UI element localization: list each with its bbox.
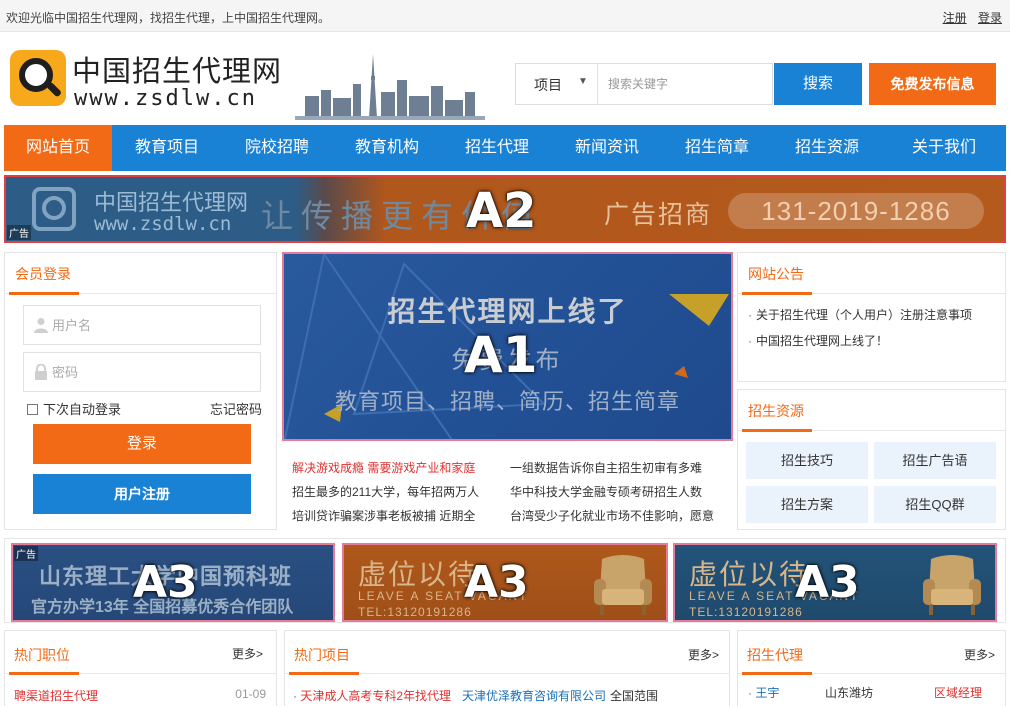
a3-line1: 虚位以待 [358,558,479,591]
a3-phone: TEL:13120191286 [689,605,803,619]
news-item[interactable]: 台湾受少子化就业市场不佳影响，愿意 [510,507,720,524]
news-item[interactable]: 一组数据告诉你自主招生初审有多难 [510,459,720,476]
news-item[interactable]: 招生最多的211大学，每年招两万人 [292,483,502,500]
login-link[interactable]: 登录 [978,11,1002,25]
ad-row-a3: 山东理工大学中国预科班 官方办学13年 全国招募优秀合作团队 A3 广告 虚位以… [4,538,1006,623]
site-header: 中国招生代理网 www.zsdlw.cn 项目 ▼ 搜索 免费发布信息 [0,32,1010,124]
search-category-select[interactable]: 项目 ▼ [516,64,598,104]
resource-item[interactable]: 招生技巧 [746,442,868,479]
more-link[interactable]: 更多> [964,646,995,663]
panel-title: 网站公告 [748,266,804,282]
a3-line1: 虚位以待 [689,558,810,591]
ad-slot-label: A2 [466,183,537,239]
agent-name[interactable]: · 王宇 [748,684,779,701]
ad-banner-a3-3[interactable]: 虚位以待 LEAVE A SEAT VACANT TEL:13120191286… [673,543,997,622]
nav-item-projects[interactable]: 教育项目 [112,125,222,171]
a2-ad-text: 广告招商 [604,201,713,229]
notice-item[interactable]: 关于招生代理（个人用户）注册注意事项 [748,306,972,323]
caret-down-icon: ▼ [578,76,588,87]
main-nav: 网站首页 教育项目 院校招聘 教育机构 招生代理 新闻资讯 招生简章 招生资源 … [4,125,1006,171]
forgot-password-link[interactable]: 忘记密码 [210,399,262,418]
user-icon [34,318,48,333]
remember-me[interactable]: 下次自动登录 [27,399,121,418]
armchair-icon [594,555,652,615]
logo-url[interactable]: www.zsdlw.cn [74,86,257,111]
news-item[interactable]: 解决游戏成瘾 需要游戏产业和家庭 [292,459,502,476]
username-input[interactable] [52,306,252,344]
nav-item-recruit[interactable]: 院校招聘 [222,125,332,171]
ad-banner-a3-2[interactable]: 虚位以待 LEAVE A SEAT VACANT TEL:13120191286… [342,543,668,622]
agent-role: 区域经理 [934,686,983,700]
hot-jobs-panel: 热门职位 聘渠道招生代理 01-09 [4,630,277,706]
remember-checkbox[interactable] [27,404,38,415]
a2-phone: 131-2019-1286 [728,193,984,229]
nav-item-institutions[interactable]: 教育机构 [332,125,442,171]
project-scope: 全国范围 [610,689,659,703]
project-item[interactable]: · 天津成人高考专科2年找代理 [293,687,451,704]
ad-slot-label: A3 [133,557,198,608]
ad-slot-label: A3 [464,557,529,608]
panel-title: 招生代理 [747,647,803,663]
panel-title: 招生资源 [748,403,804,419]
slider-slot-label: A1 [464,326,538,384]
magnifier-icon [32,187,76,231]
agent-city: 山东潍坊 [825,686,874,700]
hot-projects-panel: 热门项目 更多> · 天津成人高考专科2年找代理 天津优泽教育咨询有限公司 全国… [284,630,730,706]
resource-item[interactable]: 招生广告语 [874,442,996,479]
ad-slot-label: A3 [795,557,860,608]
resources-panel: 招生资源 招生技巧 招生广告语 招生方案 招生QQ群 [737,389,1006,530]
job-date: 01-09 [235,687,266,701]
nav-item-brochures[interactable]: 招生简章 [662,125,772,171]
slider-a1[interactable]: 招生代理网上线了 免费发布 教育项目、招聘、简历、招生简章 A1 [282,252,733,441]
news-list: 解决游戏成瘾 需要游戏产业和家庭 一组数据告诉你自主招生初审有多难 招生最多的2… [285,449,730,529]
welcome-text: 欢迎光临中国招生代理网，找招生代理，上中国招生代理网。 [6,11,331,25]
register-button[interactable]: 用户注册 [33,474,251,514]
top-bar: 欢迎光临中国招生代理网，找招生代理，上中国招生代理网。 注册 登录 [0,0,1010,32]
ad-tag: 广告 [7,225,31,240]
logo-title[interactable]: 中国招生代理网 [72,48,282,90]
search-input[interactable] [608,64,768,104]
city-skyline-image [285,46,495,122]
nav-item-news[interactable]: 新闻资讯 [552,125,662,171]
password-field [23,352,261,392]
resource-item[interactable]: 招生方案 [746,486,868,523]
site-notice-panel: 网站公告 关于招生代理（个人用户）注册注意事项 中国招生代理网上线了！ [737,252,1006,382]
username-field [23,305,261,345]
panel-title: 会员登录 [15,266,71,282]
ad-banner-a2[interactable]: 中国招生代理网 www.zsdlw.cn 让传播更有价值 广告招商 131-20… [4,175,1006,243]
panel-title: 热门职位 [14,647,70,663]
login-button[interactable]: 登录 [33,424,251,464]
nav-item-resources[interactable]: 招生资源 [772,125,882,171]
nav-item-home[interactable]: 网站首页 [4,125,112,171]
nav-item-about[interactable]: 关于我们 [882,125,1006,171]
account-links: 注册 登录 [935,9,1002,26]
search-box: 项目 ▼ [515,63,773,105]
search-button[interactable]: 搜索 [774,63,862,105]
notice-item[interactable]: 中国招生代理网上线了！ [748,332,888,349]
slider-title: 招生代理网上线了 [387,296,628,327]
lock-icon [35,364,47,380]
more-link[interactable]: 更多> [688,646,719,663]
panel-title: 热门项目 [294,647,350,663]
news-item[interactable]: 华中科技大学金融专硕考研招生人数 [510,483,720,500]
nav-item-agents[interactable]: 招生代理 [442,125,552,171]
free-post-button[interactable]: 免费发布信息 [869,63,996,105]
a2-brand-url: www.zsdlw.cn [94,213,232,235]
ad-tag: 广告 [14,546,38,561]
project-org[interactable]: 天津优泽教育咨询有限公司 [462,687,606,704]
register-link[interactable]: 注册 [943,11,967,25]
magnifier-logo-icon[interactable] [10,50,66,106]
password-input[interactable] [52,353,252,391]
job-item[interactable]: 聘渠道招生代理 [14,687,98,704]
armchair-icon [923,555,981,615]
slider-subtitle: 教育项目、招聘、简历、招生简章 [334,389,680,414]
a3-phone: TEL:13120191286 [358,605,472,619]
agents-panel: 招生代理 更多> · 王宇 山东潍坊 区域经理 [737,630,1006,706]
ad-banner-a3-1[interactable]: 山东理工大学中国预科班 官方办学13年 全国招募优秀合作团队 A3 广告 [11,543,335,622]
more-link[interactable]: 更多> [232,645,263,662]
resource-item[interactable]: 招生QQ群 [874,486,996,523]
news-item[interactable]: 培训贷诈骗案涉事老板被捕 近期全 [292,507,502,524]
member-login-panel: 会员登录 下次自动登录 忘记密码 登录 用户注册 [4,252,277,530]
